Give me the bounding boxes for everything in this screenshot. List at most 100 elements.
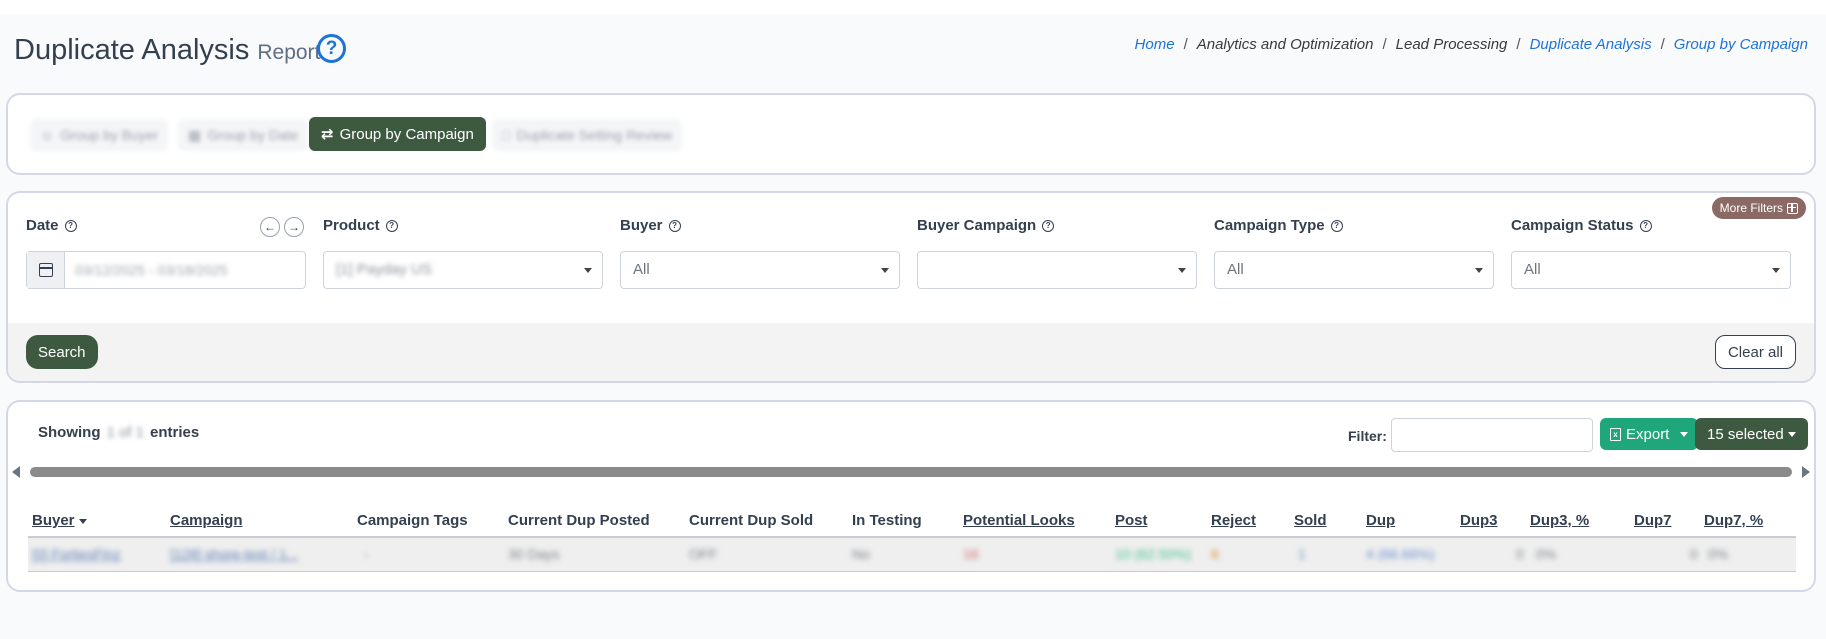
campaign-type-value: All: [1227, 261, 1244, 278]
filters-footer: Search Clear all: [8, 323, 1814, 381]
question-icon[interactable]: ?: [1042, 219, 1055, 232]
cell-post: 10 (62.50%): [1115, 546, 1192, 562]
horizontal-scrollbar[interactable]: [30, 467, 1792, 477]
column-header-current-dup-sold: Current Dup Sold: [689, 512, 814, 529]
group-by-date-button[interactable]: ▦ Group by Date: [178, 119, 309, 151]
cell-sold: 1: [1298, 546, 1306, 562]
breadcrumb-analytics: Analytics and Optimization: [1196, 36, 1374, 53]
column-header-post[interactable]: Post: [1115, 512, 1148, 529]
column-header-dup[interactable]: Dup: [1366, 512, 1395, 529]
column-header-campaign[interactable]: Campaign: [170, 512, 243, 529]
date-range-value: 03/12/2025 - 03/18/2025: [75, 262, 228, 278]
date-label-text: Date: [26, 217, 59, 234]
date-prev-button[interactable]: ←: [260, 217, 280, 237]
cell-potential-looks: 16: [963, 546, 979, 562]
cell-in-testing: No: [852, 546, 870, 562]
date-next-button[interactable]: →: [284, 217, 304, 237]
page-title: Duplicate Analysis Report: [14, 34, 320, 67]
cell-current-dup-sold: OFF: [689, 546, 717, 562]
cell-current-dup-posted: 30 Days: [508, 546, 560, 562]
more-filters-label: More Filters: [1719, 201, 1783, 215]
calendar-icon: ▦: [188, 126, 202, 143]
columns-selected-button[interactable]: 15 selected: [1695, 418, 1808, 450]
campaign-status-label-text: Campaign Status: [1511, 217, 1634, 234]
column-header-campaign-tags: Campaign Tags: [357, 512, 468, 529]
export-label: Export: [1626, 425, 1670, 443]
export-button[interactable]: x Export: [1600, 418, 1699, 450]
results-panel: Showing 1 of 1 entries Filter: x Export …: [6, 400, 1816, 592]
page-title-sub: Report: [257, 41, 321, 64]
group-by-buyer-button[interactable]: ☺ Group by Buyer: [30, 119, 169, 151]
column-header-sold[interactable]: Sold: [1294, 512, 1327, 529]
breadcrumb-separator: /: [1660, 36, 1665, 53]
column-header-in-testing: In Testing: [852, 512, 922, 529]
clear-all-button[interactable]: Clear all: [1714, 335, 1796, 369]
sort-desc-icon: [78, 518, 87, 524]
product-label-text: Product: [323, 217, 380, 234]
entries-count: Showing 1 of 1 entries: [38, 424, 199, 441]
column-header-dup3-percent[interactable]: Dup3, %: [1530, 512, 1589, 529]
duplicate-setting-review-button[interactable]: □ Duplicate Setting Review: [492, 119, 683, 151]
column-header-buyer-label: Buyer: [32, 512, 75, 529]
buyer-campaign-select[interactable]: [917, 251, 1197, 289]
question-icon[interactable]: ?: [64, 219, 77, 232]
cell-campaign[interactable]: [128] shore-test / 1...: [170, 546, 298, 562]
date-label: Date ?: [26, 217, 77, 234]
column-header-dup3[interactable]: Dup3: [1460, 512, 1498, 529]
breadcrumb-duplicate-analysis[interactable]: Duplicate Analysis: [1530, 36, 1652, 53]
product-select[interactable]: [1] Payday US: [323, 251, 603, 289]
help-icon[interactable]: ?: [317, 34, 346, 63]
breadcrumb-group-by-campaign[interactable]: Group by Campaign: [1674, 36, 1808, 53]
campaign-status-select[interactable]: All: [1511, 251, 1791, 289]
cell-buyer[interactable]: [0] FortiesFinz: [32, 546, 121, 562]
breadcrumb-separator: /: [1183, 36, 1188, 53]
breadcrumb-home[interactable]: Home: [1135, 36, 1175, 53]
buyer-campaign-label-text: Buyer Campaign: [917, 217, 1037, 234]
caret-down-icon: [1787, 431, 1796, 437]
cell-dup3-percent: 0%: [1536, 546, 1557, 562]
caret-down-icon: [584, 268, 592, 273]
breadcrumb-lead-processing: Lead Processing: [1395, 36, 1508, 53]
question-icon[interactable]: ?: [385, 219, 398, 232]
breadcrumb-separator: /: [1382, 36, 1387, 53]
user-icon: ☺: [40, 127, 55, 143]
filter-label: Filter:: [1348, 428, 1387, 444]
campaign-type-select[interactable]: All: [1214, 251, 1494, 289]
question-icon[interactable]: ?: [668, 219, 681, 232]
campaign-type-label: Campaign Type ?: [1214, 217, 1343, 234]
campaign-type-label-text: Campaign Type: [1214, 217, 1325, 234]
question-icon[interactable]: ?: [1330, 219, 1343, 232]
search-button[interactable]: Search: [26, 335, 98, 369]
buyer-select[interactable]: All: [620, 251, 900, 289]
cell-dup3: 0: [1516, 546, 1524, 562]
column-header-buyer[interactable]: Buyer: [32, 512, 87, 529]
showing-count: 1 of 1: [106, 424, 145, 441]
document-icon: □: [502, 127, 511, 143]
question-icon[interactable]: ?: [1639, 219, 1652, 232]
more-filters-button[interactable]: More Filters: [1711, 197, 1806, 219]
shuffle-icon: ⇄: [321, 126, 334, 143]
buyer-value: All: [633, 261, 650, 278]
filter-input[interactable]: [1391, 418, 1593, 452]
column-header-potential-looks[interactable]: Potential Looks: [963, 512, 1075, 529]
scroll-left-arrow[interactable]: [12, 466, 20, 478]
cell-dup: 4 (66.66%): [1366, 546, 1435, 562]
campaign-status-label: Campaign Status ?: [1511, 217, 1652, 234]
column-header-reject[interactable]: Reject: [1211, 512, 1256, 529]
column-header-dup7[interactable]: Dup7: [1634, 512, 1672, 529]
caret-down-icon: [1680, 431, 1689, 437]
product-value: [1] Payday US: [336, 261, 432, 278]
filters-panel: More Filters Date ? ← → 03/12/2025 - 03/…: [6, 191, 1816, 383]
column-header-dup7-percent[interactable]: Dup7, %: [1704, 512, 1763, 529]
campaign-status-value: All: [1524, 261, 1541, 278]
group-by-campaign-button[interactable]: ⇄ Group by Campaign: [309, 117, 486, 151]
group-by-buyer-label: Group by Buyer: [60, 127, 159, 143]
caret-down-icon: [881, 268, 889, 273]
report-nav-panel: ☺ Group by Buyer ▦ Group by Date ⇄ Group…: [6, 93, 1816, 175]
buyer-label: Buyer ?: [620, 217, 681, 234]
calendar-button[interactable]: [27, 252, 65, 288]
date-range-input[interactable]: 03/12/2025 - 03/18/2025: [26, 251, 306, 289]
columns-selected-label: 15 selected: [1707, 425, 1784, 443]
buyer-label-text: Buyer: [620, 217, 663, 234]
scroll-right-arrow[interactable]: [1802, 466, 1810, 478]
